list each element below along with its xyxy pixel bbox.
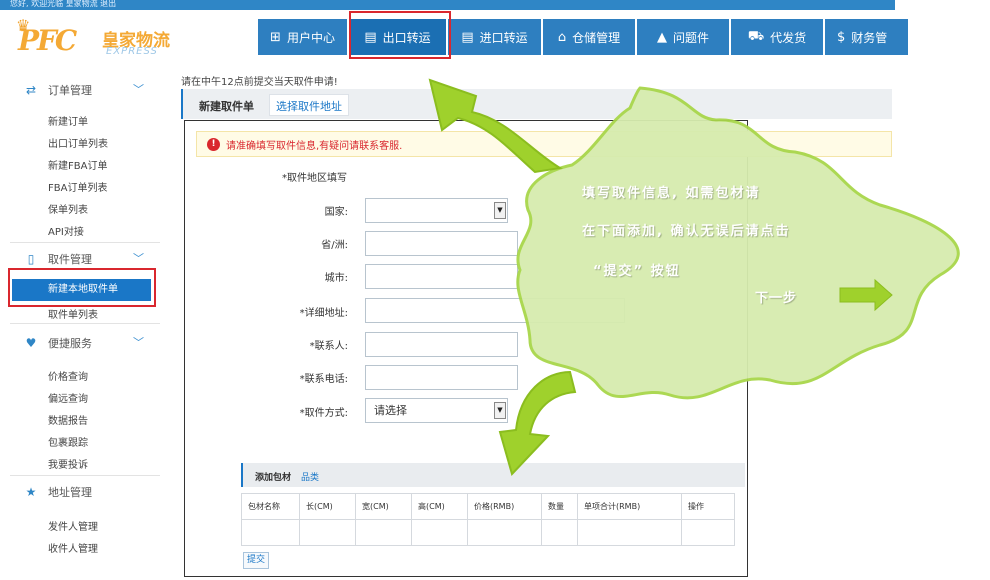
arrow-up-to-tabs: [428, 78, 563, 174]
annotation-overlay: [428, 78, 960, 476]
callout-next-step: 下一步: [755, 291, 798, 306]
callout-text-line1: 填写取件信息, 如需包材请: [582, 186, 761, 201]
arrow-down-to-table: [498, 370, 577, 476]
callout-cloud: [516, 86, 960, 400]
callout-text-line3: “提交” 按钮: [593, 264, 681, 279]
callout-text-line2: 在下面添加, 确认无误后请点击: [582, 224, 791, 239]
